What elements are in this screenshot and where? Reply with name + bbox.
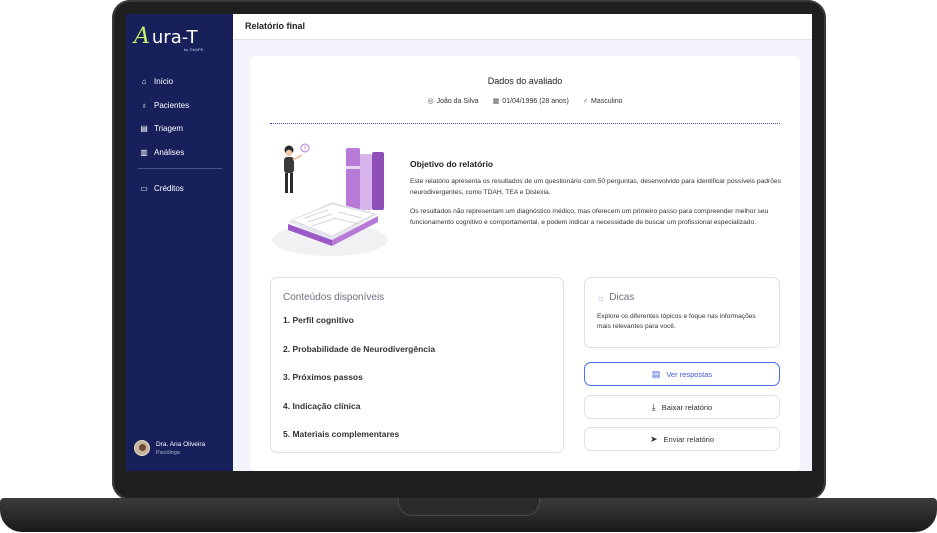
send-icon: ➤ [650,433,658,444]
sidebar-item-label: Análises [154,147,185,157]
report-illustration: ? [272,143,388,256]
clipboard-icon: ▤ [140,124,148,134]
male-icon: ♂ [582,97,589,105]
page-title: Relatório final [245,21,306,31]
contents-panel: Conteúdos disponíveis 1. Perfil cognitiv… [270,277,564,453]
sidebar-item-analises[interactable]: ▥ Análises [138,141,222,165]
sidebar-divider [138,168,222,169]
svg-text:?: ? [303,146,306,153]
app-logo[interactable]: A ura-T [134,26,198,48]
document-icon: ▤ [651,368,661,379]
objective-paragraph-1: Este relatório apresenta os resultados d… [410,178,781,196]
sidebar-item-pacientes[interactable]: ♁ Pacientes [138,94,222,118]
download-icon: ⤓ [651,401,656,412]
lightbulb-icon: ☼ [597,292,606,303]
topbar: Relatório final [233,14,812,40]
laptop-notch [398,498,540,516]
evaluated-title: Dados do avaliado [487,76,563,86]
report-card: Dados do avaliado ◎ João da Silva ▦ 01/0… [250,56,800,471]
download-report-label: Baixar relatório [661,402,713,412]
objective-paragraph-2: Os resultados não representam um diagnós… [410,208,769,226]
logo-text: ura-T [151,27,198,48]
screen: A ura-T by ⊙KAPE ⌂ Início ♁ Pacientes ▤ … [126,14,812,471]
patient-gender-item: ♂ Masculino [583,97,623,105]
person-circle-icon: ◎ [427,98,434,105]
home-icon: ⌂ [141,77,147,87]
logo-sub: by ⊙KAPE [184,47,204,52]
objective-title: Objetivo do relatório [410,159,494,169]
sidebar-item-creditos[interactable]: ▭ Créditos [138,177,222,201]
wallet-icon: ▭ [140,184,148,194]
tips-header: ☼ Dicas [597,292,634,303]
user-role: Psicóloga [156,449,180,456]
sidebar: A ura-T by ⊙KAPE ⌂ Início ♁ Pacientes ▤ … [126,14,233,471]
sidebar-item-label: Início [154,77,174,87]
patient-gender: Masculino [591,97,623,105]
send-report-button[interactable]: ➤ Enviar relatório [584,427,780,451]
view-answers-button[interactable]: ▤ Ver respostas [584,362,780,386]
sidebar-item-label: Triagem [154,124,184,134]
patient-name: João da Silva [436,97,479,105]
avatar [134,440,150,456]
patient-birth-item: ▦ 01/04/1996 (28 anos) [492,97,569,106]
contents-title: Conteúdos disponíveis [283,292,385,303]
user-icon: ♁ [141,100,147,110]
content-link-probabilidade[interactable]: 2. Probabilidade de Neurodivergência [283,344,435,354]
sidebar-item-label: Créditos [154,184,184,194]
view-answers-label: Ver respostas [666,369,713,379]
content-link-perfil[interactable]: 1. Perfil cognitivo [283,315,354,325]
sidebar-nav: ⌂ Início ♁ Pacientes ▤ Triagem ▥ Análise… [138,70,222,201]
download-report-button[interactable]: ⤓ Baixar relatório [584,395,780,419]
calendar-icon: ▦ [492,98,500,105]
tips-text: Explore os diferentes tópicos e foque na… [597,313,756,330]
content-link-indicacao[interactable]: 4. Indicação clínica [283,401,360,411]
tips-panel: ☼ Dicas Explore os diferentes tópicos e … [584,277,780,348]
tips-title: Dicas [609,292,635,303]
dotted-divider [270,123,780,124]
patient-birth: 01/04/1996 (28 anos) [502,97,569,105]
evaluated-meta: ◎ João da Silva ▦ 01/04/1996 (28 anos) ♂… [250,97,800,106]
content-link-materiais[interactable]: 5. Materiais complementares [283,429,399,439]
sidebar-item-triagem[interactable]: ▤ Triagem [138,117,222,141]
sidebar-item-inicio[interactable]: ⌂ Início [138,70,222,94]
patient-name-item: ◎ João da Silva [427,97,479,106]
logo-mark: A [134,24,150,49]
user-name: Dra. Ana Oliveira [156,440,206,448]
sidebar-item-label: Pacientes [154,100,190,110]
user-profile[interactable]: Dra. Ana Oliveira Psicóloga [134,440,205,456]
chart-icon: ▥ [140,147,148,157]
content-link-proximos-passos[interactable]: 3. Próximos passos [283,372,363,382]
send-report-label: Enviar relatório [663,434,714,444]
